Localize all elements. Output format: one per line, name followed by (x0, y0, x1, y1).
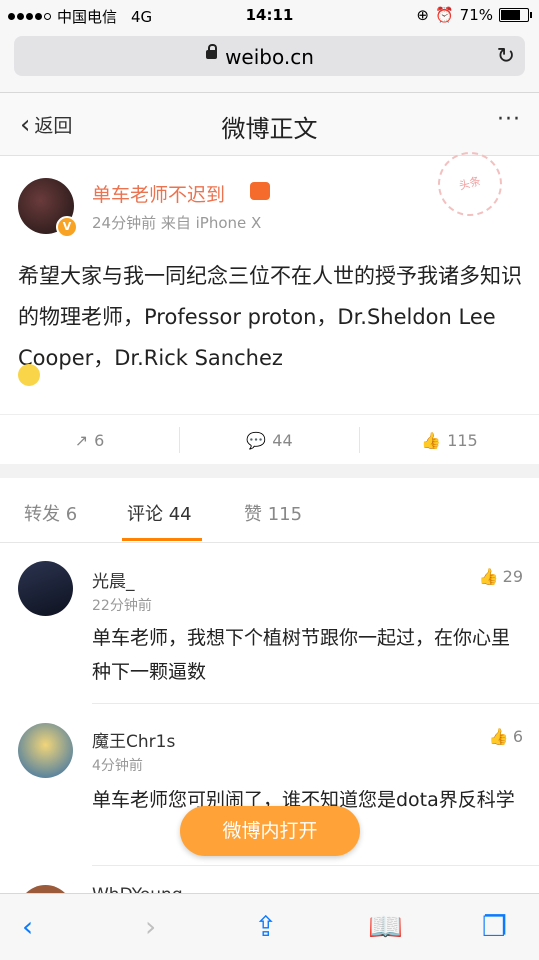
bookmarks-icon[interactable]: 📖 (368, 910, 403, 943)
tab-repost[interactable]: 转发 6 (24, 500, 77, 526)
status-bar: 中国电信 4G 14:11 ⊕ ⏰ 71% (0, 0, 539, 30)
commenter-name[interactable]: 光晨_ (92, 567, 135, 592)
comment-icon: 💬 (246, 430, 267, 450)
comment-time: 22分钟前 (92, 598, 152, 614)
avatar[interactable] (18, 723, 73, 778)
page-title: 微博正文 (221, 115, 318, 143)
post-text: 希望大家与我一同纪念三位不在人世的授予我诸多知识的物理老师，Professor … (18, 264, 522, 370)
headline-stamp: 头条 (430, 144, 510, 224)
post-card: V 单车老师不迟到 24分钟前 来自 iPhone X 头条 希望大家与我一同纪… (0, 144, 539, 465)
back-chevron-icon[interactable]: ‹ (22, 910, 33, 943)
commenter-name[interactable]: 魔王Chr1s (92, 727, 175, 752)
author-name[interactable]: 单车老师不迟到 (92, 180, 225, 207)
smile-emoji-icon (18, 364, 40, 386)
post-actions: ↗ 6 💬 44 👍 115 (0, 414, 539, 465)
browser-toolbar: ‹ › ⇪ 📖 ❐ (0, 893, 539, 960)
avatar[interactable] (18, 561, 73, 616)
comment-button[interactable]: 💬 44 (180, 415, 359, 465)
comment-like-button[interactable]: 👍 29 (479, 567, 523, 586)
repost-button[interactable]: ↗ 6 (0, 415, 179, 465)
verified-badge-icon: V (56, 216, 78, 238)
vip-crown-icon (250, 182, 270, 200)
thumbs-up-icon: 👍 (421, 430, 442, 450)
repost-icon: ↗ (74, 430, 89, 450)
url-text[interactable]: weibo.cn (14, 45, 525, 69)
like-count: 115 (447, 430, 478, 450)
more-button[interactable]: ··· (497, 107, 521, 132)
battery-label: 71% (459, 6, 493, 24)
thumbs-up-icon: 👍 (478, 567, 499, 586)
repost-count: 6 (94, 430, 105, 450)
address-bar[interactable]: weibo.cn ↻ (14, 36, 525, 76)
comment-like-count: 6 (512, 727, 523, 746)
comment-like-button[interactable]: 👍 6 (489, 727, 523, 746)
comment-count: 44 (272, 430, 293, 450)
thumbs-up-icon: 👍 (488, 727, 509, 746)
post-tabs: 转发 6 评论 44 赞 115 (0, 478, 539, 543)
battery-icon (499, 8, 532, 22)
alarm-icon: ⏰ (434, 6, 454, 24)
post-meta: 24分钟前 来自 iPhone X (92, 214, 262, 232)
browser-address-area: weibo.cn ↻ (0, 30, 539, 93)
tab-comment[interactable]: 评论 44 (127, 500, 192, 526)
nav-bar: ‹ 返回 微博正文 ··· (0, 93, 539, 156)
active-tab-indicator (122, 538, 202, 541)
status-right: ⊕ ⏰ 71% (416, 6, 532, 24)
comment-text: 单车老师，我想下个植树节跟你一起过，在你心里种下一颗逼数 (92, 627, 511, 683)
tabs-icon[interactable]: ❐ (482, 910, 507, 943)
comment-like-count: 29 (502, 567, 523, 586)
reload-icon[interactable]: ↻ (497, 44, 515, 69)
comment-time: 4分钟前 (92, 758, 143, 774)
share-icon[interactable]: ⇪ (254, 910, 277, 943)
rotation-lock-icon: ⊕ (416, 6, 429, 24)
tab-like[interactable]: 赞 115 (244, 500, 302, 526)
forward-chevron-icon[interactable]: › (145, 910, 156, 943)
like-button[interactable]: 👍 115 (360, 415, 539, 465)
open-in-weibo-button[interactable]: 微博内打开 (180, 806, 360, 856)
